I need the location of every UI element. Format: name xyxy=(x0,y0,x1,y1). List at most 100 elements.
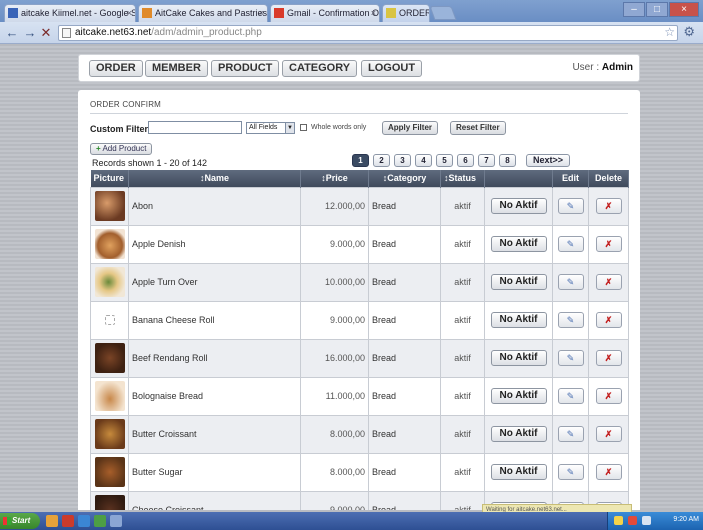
url-path: /adm/admin_product.php xyxy=(151,27,262,38)
whole-words-checkbox[interactable] xyxy=(300,124,307,131)
forward-arrow-icon[interactable]: → xyxy=(22,25,38,41)
page-5-button[interactable]: 5 xyxy=(436,154,453,167)
wrench-menu-icon[interactable]: ⚙ xyxy=(683,24,695,40)
edit-icon[interactable]: ✎ xyxy=(557,274,584,290)
product-thumbnail[interactable] xyxy=(94,419,125,449)
add-product-button[interactable]: + Add Product xyxy=(90,143,153,155)
no-aktif-button[interactable]: No Aktif xyxy=(490,388,547,404)
product-category-cell: Bread xyxy=(368,300,441,340)
page-6-button[interactable]: 6 xyxy=(457,154,474,167)
page-2-button[interactable]: 2 xyxy=(373,154,390,167)
product-thumbnail[interactable] xyxy=(104,315,115,325)
tab-close-icon[interactable]: × xyxy=(259,5,264,21)
product-thumbnail[interactable] xyxy=(94,457,125,487)
page-7-button[interactable]: 7 xyxy=(478,154,495,167)
edit-icon[interactable]: ✎ xyxy=(557,236,584,252)
column-header-category[interactable]: ↕Category xyxy=(368,170,441,187)
no-aktif-button[interactable]: No Aktif xyxy=(490,312,547,328)
delete-icon[interactable]: ✗ xyxy=(595,198,622,214)
next-page-button[interactable]: Next>> xyxy=(526,154,570,167)
no-aktif-button[interactable]: No Aktif xyxy=(490,236,547,252)
tab-close-icon[interactable]: × xyxy=(371,5,376,21)
product-thumbnail[interactable] xyxy=(94,495,125,510)
maximize-button[interactable]: □ xyxy=(646,2,668,17)
tab-order[interactable]: ORDER Order xyxy=(382,4,430,22)
page-1-button[interactable]: 1 xyxy=(352,154,369,167)
custom-filter-input[interactable] xyxy=(148,121,242,134)
product-thumbnail[interactable] xyxy=(94,267,125,297)
table-row: Butter Sugar 8.000,00 Bread aktif No Aktif ✎ ✗ xyxy=(90,452,629,492)
delete-icon[interactable]: ✗ xyxy=(595,350,622,366)
nav-category-button[interactable]: CATEGORY xyxy=(282,60,358,77)
start-button[interactable]: Start xyxy=(0,513,40,529)
nav-member-button[interactable]: MEMBER xyxy=(145,60,208,77)
tray-network-icon[interactable] xyxy=(614,516,623,525)
tab-google-search[interactable]: aitcake Kiimel.net - Google S × xyxy=(4,4,136,22)
page-4-button[interactable]: 4 xyxy=(415,154,432,167)
column-header-price[interactable]: ↕Price xyxy=(300,170,369,187)
tab-gmail[interactable]: Gmail - Confirmation Order × xyxy=(270,4,380,22)
delete-icon[interactable]: ✗ xyxy=(595,312,622,328)
product-price-cell: 12.000,00 xyxy=(300,186,369,226)
tray-antivirus-icon[interactable] xyxy=(628,516,637,525)
product-status-cell: aktif xyxy=(440,338,485,378)
tray-volume-icon[interactable] xyxy=(642,516,651,525)
bookmark-star-icon[interactable]: ☆ xyxy=(664,25,675,39)
folder-icon[interactable] xyxy=(46,515,58,527)
minimize-button[interactable]: – xyxy=(623,2,645,17)
close-window-button[interactable]: × xyxy=(669,2,699,17)
edit-icon[interactable]: ✎ xyxy=(557,312,584,328)
product-thumbnail[interactable] xyxy=(94,229,125,259)
filter-field-select[interactable]: All Fields ▼ xyxy=(246,122,295,134)
ie-icon[interactable] xyxy=(78,515,90,527)
nav-logout-button[interactable]: LOGOUT xyxy=(361,60,423,77)
window-icon[interactable] xyxy=(110,515,122,527)
delete-icon[interactable]: ✗ xyxy=(595,274,622,290)
edit-icon[interactable]: ✎ xyxy=(557,388,584,404)
product-thumbnail[interactable] xyxy=(94,343,125,373)
product-status-cell: aktif xyxy=(440,414,485,454)
no-aktif-button[interactable]: No Aktif xyxy=(490,426,547,442)
column-header-name[interactable]: ↕Name xyxy=(128,170,301,187)
status-action-cell: No Aktif xyxy=(484,452,553,492)
apply-filter-button[interactable]: Apply Filter xyxy=(382,121,439,135)
edit-icon[interactable]: ✎ xyxy=(557,350,584,366)
product-table: Picture ↕Name ↕Price ↕Category ↕Status E… xyxy=(90,170,629,510)
chrome-icon[interactable] xyxy=(94,515,106,527)
url-field[interactable]: aitcake.net63.net/adm/admin_product.php xyxy=(58,25,678,41)
edit-icon[interactable]: ✎ xyxy=(557,426,584,442)
product-picture-cell xyxy=(90,452,129,492)
nav-order-button[interactable]: ORDER xyxy=(89,60,143,77)
no-aktif-button[interactable]: No Aktif xyxy=(490,198,547,214)
table-row: Beef Rendang Roll 16.000,00 Bread aktif No A… xyxy=(90,338,629,378)
tab-aitcake[interactable]: AitCake Cakes and Pastries × xyxy=(138,4,268,22)
no-aktif-button[interactable]: No Aktif xyxy=(490,464,547,480)
delete-icon[interactable]: ✗ xyxy=(595,426,622,442)
delete-icon[interactable]: ✗ xyxy=(595,388,622,404)
opera-icon[interactable] xyxy=(62,515,74,527)
column-header-status[interactable]: ↕Status xyxy=(440,170,485,187)
page-8-button[interactable]: 8 xyxy=(499,154,516,167)
reset-filter-button[interactable]: Reset Filter xyxy=(450,121,506,135)
stop-icon[interactable]: ✕ xyxy=(38,25,54,41)
edit-icon[interactable]: ✎ xyxy=(557,464,584,480)
edit-icon[interactable]: ✎ xyxy=(557,198,584,214)
delete-cell: ✗ xyxy=(588,300,629,340)
new-tab-button[interactable] xyxy=(429,6,457,20)
delete-icon[interactable]: ✗ xyxy=(595,464,622,480)
no-aktif-button[interactable]: No Aktif xyxy=(490,274,547,290)
filter-bar: Custom Filter All Fields ▼ Whole words on… xyxy=(90,121,630,137)
nav-product-button[interactable]: PRODUCT xyxy=(211,60,280,77)
tab-label: ORDER Order xyxy=(399,8,430,18)
delete-icon[interactable]: ✗ xyxy=(595,236,622,252)
product-price-cell: 16.000,00 xyxy=(300,338,369,378)
product-price-cell: 8.000,00 xyxy=(300,414,369,454)
tab-close-icon[interactable]: × xyxy=(127,5,132,21)
filter-field-value: All Fields xyxy=(249,124,278,131)
page-3-button[interactable]: 3 xyxy=(394,154,411,167)
product-thumbnail[interactable] xyxy=(94,191,125,221)
clock: 9:20 AM xyxy=(673,516,699,523)
back-arrow-icon[interactable]: ← xyxy=(4,25,20,41)
no-aktif-button[interactable]: No Aktif xyxy=(490,350,547,366)
product-thumbnail[interactable] xyxy=(94,381,125,411)
